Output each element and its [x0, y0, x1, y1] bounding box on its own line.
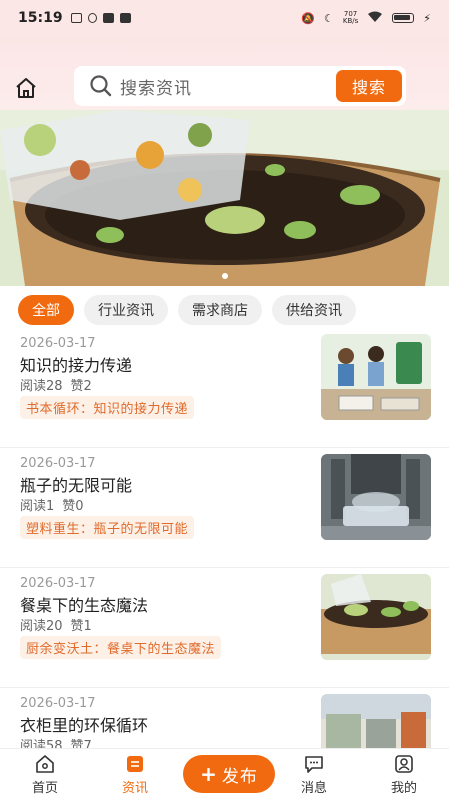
header: 搜索资讯 搜索	[0, 36, 449, 110]
news-title: 瓶子的无限可能	[20, 476, 133, 495]
news-thumbnail	[321, 574, 431, 660]
like-count: 赞2	[70, 379, 92, 394]
news-date: 2026-03-17	[20, 696, 96, 711]
news-date: 2026-03-17	[20, 576, 96, 591]
news-nav-icon	[127, 756, 143, 772]
news-thumbnail	[321, 454, 431, 540]
news-tag: 厨余变沃土：餐桌下的生态魔法	[20, 636, 222, 659]
mail-icon	[70, 13, 82, 23]
news-title: 知识的接力传递	[20, 356, 133, 375]
tab-demand-store[interactable]: 需求商店	[178, 295, 262, 325]
news-thumbnail	[321, 334, 431, 420]
tab-supply-news[interactable]: 供给资讯	[272, 295, 356, 325]
usb-icon	[87, 13, 97, 23]
list-item[interactable]: 2026-03-17 知识的接力传递 阅读28 赞2 书本循环：知识的接力传递	[0, 328, 449, 448]
nav-messages[interactable]: 消息	[269, 749, 359, 800]
moon-icon: ☾	[323, 11, 334, 25]
wifi-icon	[367, 11, 383, 26]
news-title: 餐桌下的生态魔法	[20, 596, 149, 615]
search-icon	[90, 75, 112, 97]
battery-icon	[392, 13, 415, 23]
news-title: 衣柜里的环保循环	[20, 716, 149, 735]
net-speed: 707 KB/s	[343, 11, 358, 25]
net-speed-unit: KB/s	[342, 17, 359, 25]
nav-home-label: 首页	[31, 781, 58, 796]
publish-button[interactable]: + 发布	[183, 755, 275, 793]
news-date: 2026-03-17	[20, 456, 96, 471]
read-count: 阅读28	[20, 379, 63, 394]
search-input[interactable]: 搜索资讯 搜索	[74, 66, 406, 106]
like-count: 赞1	[70, 619, 92, 634]
nav-home[interactable]: 首页	[0, 749, 90, 800]
home-nav-icon	[36, 755, 54, 773]
news-tag: 书本循环：知识的接力传递	[20, 396, 195, 419]
news-date: 2026-03-17	[20, 336, 96, 351]
bottom-nav: 首页 资讯 消息 我的 + 发布	[0, 748, 449, 800]
search-placeholder: 搜索资讯	[120, 78, 192, 99]
status-right: 🔕 ☾ 707 KB/s ⚡	[301, 11, 431, 26]
list-item[interactable]: 2026-03-17 瓶子的无限可能 阅读1 赞0 塑料重生：瓶子的无限可能	[0, 448, 449, 568]
news-stats: 阅读28 赞2	[20, 375, 92, 394]
nav-news-label: 资讯	[121, 781, 148, 796]
plus-icon: +	[200, 762, 218, 786]
category-tabs: 全部 行业资讯 需求商店 供给资讯	[0, 295, 449, 327]
home-icon	[16, 78, 36, 98]
compost-banner-illustration	[0, 110, 449, 286]
read-count: 阅读1	[20, 499, 55, 514]
news-stats: 阅读1 赞0	[20, 495, 84, 514]
status-time: 15:19	[18, 10, 63, 26]
notification-icons	[70, 13, 131, 23]
banner-image[interactable]	[0, 110, 449, 286]
compost-planter-image	[321, 574, 431, 660]
message-icon	[305, 756, 323, 773]
nav-mine-label: 我的	[390, 781, 417, 796]
nav-news[interactable]: 资讯	[90, 749, 180, 800]
search-button[interactable]: 搜索	[336, 70, 402, 102]
mute-icon: 🔕	[301, 11, 315, 25]
tiktok-icon	[102, 13, 114, 23]
list-item[interactable]: 2026-03-17 餐桌下的生态魔法 阅读20 赞1 厨余变沃土：餐桌下的生态…	[0, 568, 449, 688]
nav-mine[interactable]: 我的	[359, 749, 449, 800]
news-stats: 阅读20 赞1	[20, 615, 92, 634]
charging-icon: ⚡	[423, 11, 431, 25]
news-list: 2026-03-17 知识的接力传递 阅读28 赞2 书本循环：知识的接力传递 …	[0, 328, 449, 800]
publish-label: 发布	[221, 766, 258, 787]
like-count: 赞0	[62, 499, 84, 514]
app-icon	[119, 13, 131, 23]
plastic-molding-machine-image	[321, 454, 431, 540]
children-recycling-books-image	[321, 334, 431, 420]
status-bar: 15:19 🔕 ☾ 707 KB/s ⚡	[0, 0, 449, 36]
tab-industry-news[interactable]: 行业资讯	[84, 295, 168, 325]
nav-messages-label: 消息	[300, 781, 327, 796]
tab-all[interactable]: 全部	[18, 295, 74, 325]
read-count: 阅读20	[20, 619, 63, 634]
profile-icon	[395, 755, 413, 773]
news-tag: 塑料重生：瓶子的无限可能	[20, 516, 195, 539]
home-button[interactable]	[14, 76, 38, 100]
